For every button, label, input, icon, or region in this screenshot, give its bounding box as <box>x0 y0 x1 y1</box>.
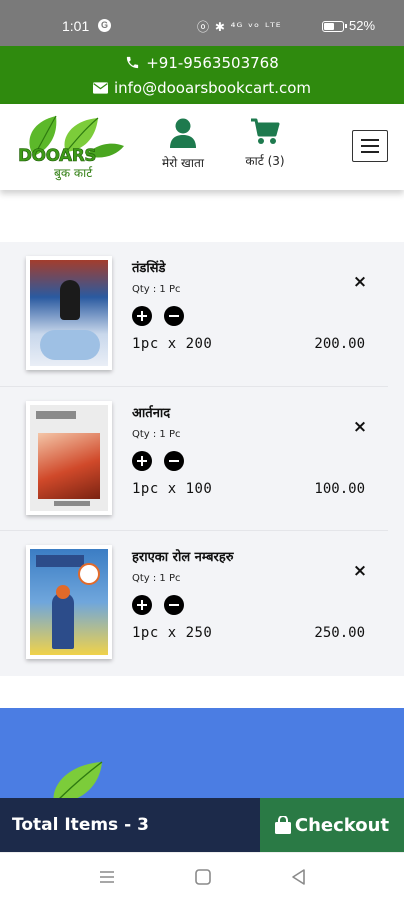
increase-qty-button[interactable] <box>132 306 152 326</box>
item-qty: Qty : 1 Pc <box>132 573 181 584</box>
my-account-label: मेरो खाता <box>162 156 204 170</box>
checkout-button[interactable]: Checkout <box>260 798 404 852</box>
logo-subtext: बुक कार्ट <box>54 166 93 180</box>
item-price-calc: 1pc x 100 <box>132 481 213 497</box>
google-icon: G <box>98 19 111 32</box>
battery-icon <box>322 21 347 32</box>
footer-band <box>0 708 404 798</box>
user-icon <box>170 118 196 148</box>
cart-label: कार्ट (3) <box>245 154 285 168</box>
item-subtotal: 100.00 <box>314 481 365 497</box>
site-logo[interactable]: DOOARS बुक कार्ट <box>16 112 128 184</box>
book-cover[interactable] <box>26 545 112 659</box>
phone-icon <box>127 56 139 69</box>
status-bar: 1:01 G ⓞ ✱ ⁴ᴳ ᵛᵒ ᴸᵀᴱ 52% <box>0 0 404 46</box>
shopping-bag-icon <box>274 816 291 834</box>
envelope-icon <box>92 81 108 94</box>
decrease-qty-button[interactable] <box>164 306 184 326</box>
contact-bar: +91-9563503768 info@dooarsbookcart.com <box>0 46 404 104</box>
item-price-calc: 1pc x 250 <box>132 625 213 641</box>
my-account-link[interactable]: मेरो खाता <box>150 118 216 171</box>
recent-apps-icon[interactable] <box>97 867 117 887</box>
item-qty: Qty : 1 Pc <box>132 284 181 295</box>
item-price-calc: 1pc x 200 <box>132 336 213 352</box>
status-icons: ⓞ ✱ ⁴ᴳ ᵛᵒ ᴸᵀᴱ <box>197 20 282 34</box>
battery-label: 52% <box>349 18 376 33</box>
home-icon[interactable] <box>193 867 213 887</box>
cart-list: तंडसिंडे Qty : 1 Pc 1pc x 200 200.00 × आ… <box>0 242 404 676</box>
item-subtotal: 250.00 <box>314 625 365 641</box>
item-title: आर्तनाद <box>132 406 171 421</box>
book-cover[interactable] <box>26 401 112 515</box>
remove-item-button[interactable]: × <box>350 272 370 292</box>
email-address: info@dooarsbookcart.com <box>113 78 312 97</box>
phone-number: +91-9563503768 <box>146 53 279 72</box>
hamburger-line <box>361 145 379 147</box>
hamburger-line <box>361 151 379 153</box>
increase-qty-button[interactable] <box>132 595 152 615</box>
phone-link[interactable]: +91-9563503768 <box>0 50 404 75</box>
item-title: हराएका रोल नम्बरहरु <box>132 550 234 565</box>
remove-item-button[interactable]: × <box>350 561 370 581</box>
email-link[interactable]: info@dooarsbookcart.com <box>0 75 404 100</box>
site-header: DOOARS बुक कार्ट मेरो खाता कार्ट (3) <box>0 104 404 190</box>
hamburger-menu-icon <box>361 139 379 141</box>
hamburger-menu-button[interactable] <box>352 130 388 162</box>
remove-item-button[interactable]: × <box>350 417 370 437</box>
bottom-bar: Total Items - 3 Checkout <box>0 798 404 852</box>
logo-text: DOOARS <box>18 146 97 167</box>
book-cover[interactable] <box>26 256 112 370</box>
cart-item: हराएका रोल नम्बरहरु Qty : 1 Pc 1pc x 250… <box>0 530 388 670</box>
item-title: तंडसिंडे <box>132 261 166 276</box>
item-subtotal: 200.00 <box>314 336 365 352</box>
increase-qty-button[interactable] <box>132 451 152 471</box>
item-qty: Qty : 1 Pc <box>132 429 181 440</box>
status-time: 1:01 <box>62 18 90 34</box>
checkout-label: Checkout <box>294 814 390 836</box>
back-icon[interactable] <box>289 867 309 887</box>
cart-link[interactable]: कार्ट (3) <box>232 118 298 169</box>
cart-item: आर्तनाद Qty : 1 Pc 1pc x 100 100.00 × <box>0 386 388 526</box>
leaf-logo-icon <box>53 761 103 798</box>
shopping-cart-icon <box>251 118 280 144</box>
system-nav-bar <box>0 852 404 900</box>
total-items-label: Total Items - 3 <box>0 798 260 852</box>
decrease-qty-button[interactable] <box>164 595 184 615</box>
cart-item: तंडसिंडे Qty : 1 Pc 1pc x 200 200.00 × <box>0 242 388 382</box>
decrease-qty-button[interactable] <box>164 451 184 471</box>
